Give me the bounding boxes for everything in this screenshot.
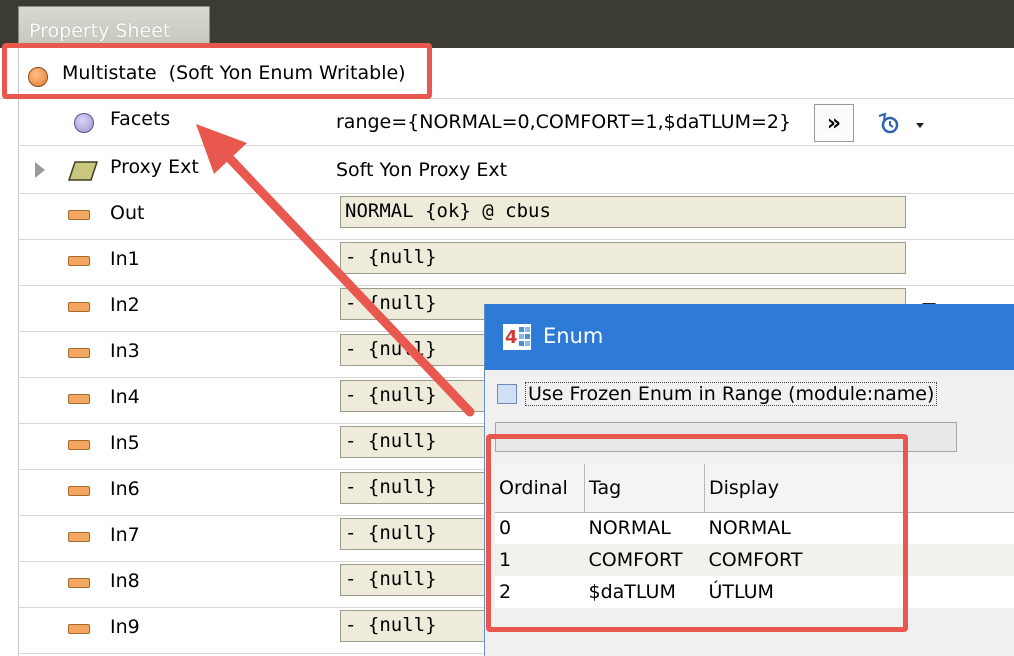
facets-row[interactable]: Facets range={NORMAL=0,COMFORT=1,$daTLUM… <box>18 100 1014 146</box>
enum-dialog-title: Enum <box>543 324 604 348</box>
slot-label: In9 <box>110 616 140 638</box>
slot-icon <box>68 256 90 266</box>
slot-label: In1 <box>110 248 140 270</box>
slot-label: In3 <box>110 340 140 362</box>
slot-label: In6 <box>110 478 140 500</box>
slot-icon <box>68 210 90 220</box>
slot-icon <box>68 394 90 404</box>
slot-icon <box>68 486 90 496</box>
facets-icon <box>74 113 94 133</box>
app-icon: 4 <box>503 324 531 355</box>
slot-icon <box>68 578 90 588</box>
slot-icon <box>68 532 90 542</box>
highlight-box-header <box>2 43 432 99</box>
proxy-ext-value: Soft Yon Proxy Ext <box>336 159 508 181</box>
svg-text:4: 4 <box>505 327 518 348</box>
slot-row-out[interactable]: Out NORMAL {ok} @ cbus <box>18 194 1014 240</box>
highlight-box-enum-table <box>486 434 908 632</box>
slot-label: In8 <box>110 570 140 592</box>
facets-value: range={NORMAL=0,COMFORT=1,$daTLUM=2} <box>336 111 792 133</box>
slot-icon <box>68 624 90 634</box>
facets-label: Facets <box>110 108 171 130</box>
tab-property-sheet[interactable]: Property Sheet <box>18 6 210 48</box>
proxy-ext-icon <box>67 160 99 187</box>
frozen-enum-checkbox[interactable] <box>497 384 517 404</box>
frozen-enum-label[interactable]: Use Frozen Enum in Range (module:name) <box>525 382 938 406</box>
facets-more-button[interactable]: » <box>814 104 854 142</box>
slot-icon <box>68 440 90 450</box>
slot-value-field[interactable]: - {null} <box>340 242 906 274</box>
slot-label: In4 <box>110 386 140 408</box>
history-dropdown-icon[interactable] <box>876 112 926 141</box>
proxy-ext-label: Proxy Ext <box>110 156 199 178</box>
slot-label: In2 <box>110 294 140 316</box>
slot-row-in1[interactable]: In1 - {null} <box>18 240 1014 286</box>
slot-value-field[interactable]: NORMAL {ok} @ cbus <box>340 196 906 228</box>
slot-icon <box>68 348 90 358</box>
proxy-ext-row[interactable]: Proxy Ext Soft Yon Proxy Ext <box>18 148 1014 194</box>
tab-label: Property Sheet <box>29 20 171 42</box>
slot-label: In5 <box>110 432 140 454</box>
slot-label: In7 <box>110 524 140 546</box>
slot-icon <box>68 302 90 312</box>
slot-label: Out <box>110 202 145 224</box>
expand-arrow-icon[interactable] <box>34 161 46 184</box>
